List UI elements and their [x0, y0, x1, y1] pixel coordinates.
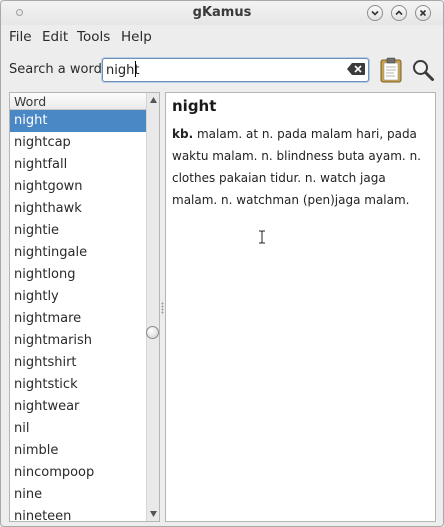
scroll-down-icon[interactable] [150, 511, 157, 517]
definition-pane: night kb. malam. at n. pada malam hari, … [165, 92, 436, 522]
close-button[interactable] [415, 5, 431, 21]
menu-file[interactable]: File [9, 29, 32, 45]
chevron-up-icon [395, 10, 403, 16]
definition-meaning: malam. at n. pada malam hari, pada waktu… [172, 127, 421, 207]
menu-tools[interactable]: Tools [77, 29, 110, 45]
close-icon [419, 9, 427, 17]
app-window: gKamus File Edit Tools Help Search a wor… [0, 0, 444, 527]
clear-text-icon[interactable] [347, 63, 365, 75]
word-list-item[interactable]: nine [10, 484, 146, 506]
word-list[interactable]: Word night nightcap nightfall nightgown nigh… [9, 92, 160, 522]
word-list-scrollbar[interactable] [146, 93, 159, 521]
ibeam-cursor-icon [259, 230, 265, 244]
word-list-item[interactable]: nightfall [10, 154, 146, 176]
word-list-items: night nightcap nightfall nightgown nighthawk… [10, 110, 146, 521]
word-list-item[interactable]: nineteen [10, 506, 146, 521]
menu-edit[interactable]: Edit [42, 29, 68, 45]
menu-help[interactable]: Help [121, 29, 152, 45]
word-list-item[interactable]: nightmarish [10, 330, 146, 352]
definition-headword: night [172, 97, 217, 115]
splitter-grip-icon [161, 302, 164, 314]
text-cursor [135, 61, 136, 77]
title-bar[interactable]: gKamus [1, 1, 443, 25]
definition-text: kb. malam. at n. pada malam hari, pada w… [172, 123, 430, 211]
word-list-item[interactable]: nightie [10, 220, 146, 242]
chevron-down-icon [371, 10, 379, 16]
word-list-item[interactable]: nightwear [10, 396, 146, 418]
scroll-thumb[interactable] [146, 326, 159, 339]
word-list-item[interactable]: nightcap [10, 132, 146, 154]
maximize-button[interactable] [391, 5, 407, 21]
word-list-item[interactable]: nil [10, 418, 146, 440]
search-box[interactable] [102, 58, 369, 82]
search-label: Search a word: [9, 62, 107, 77]
search-input[interactable] [106, 62, 342, 78]
word-list-item[interactable]: nimble [10, 440, 146, 462]
word-list-item[interactable]: nightly [10, 286, 146, 308]
word-list-item[interactable]: nightingale [10, 242, 146, 264]
word-list-item[interactable]: nightstick [10, 374, 146, 396]
word-list-item[interactable]: nighthawk [10, 198, 146, 220]
word-list-item[interactable]: night [10, 110, 146, 132]
word-column-label: Word [14, 94, 47, 109]
word-list-item[interactable]: nightgown [10, 176, 146, 198]
minimize-button[interactable] [367, 5, 383, 21]
word-list-item[interactable]: nightshirt [10, 352, 146, 374]
clipboard-icon[interactable] [380, 57, 402, 83]
menu-bar: File Edit Tools Help [1, 27, 443, 47]
word-list-item[interactable]: nightmare [10, 308, 146, 330]
part-of-speech: kb. [172, 127, 194, 141]
scroll-up-icon[interactable] [150, 97, 157, 103]
word-list-item[interactable]: nincompoop [10, 462, 146, 484]
word-column-header[interactable]: Word [10, 93, 146, 110]
magnifier-icon[interactable] [411, 58, 435, 82]
word-list-item[interactable]: nightlong [10, 264, 146, 286]
